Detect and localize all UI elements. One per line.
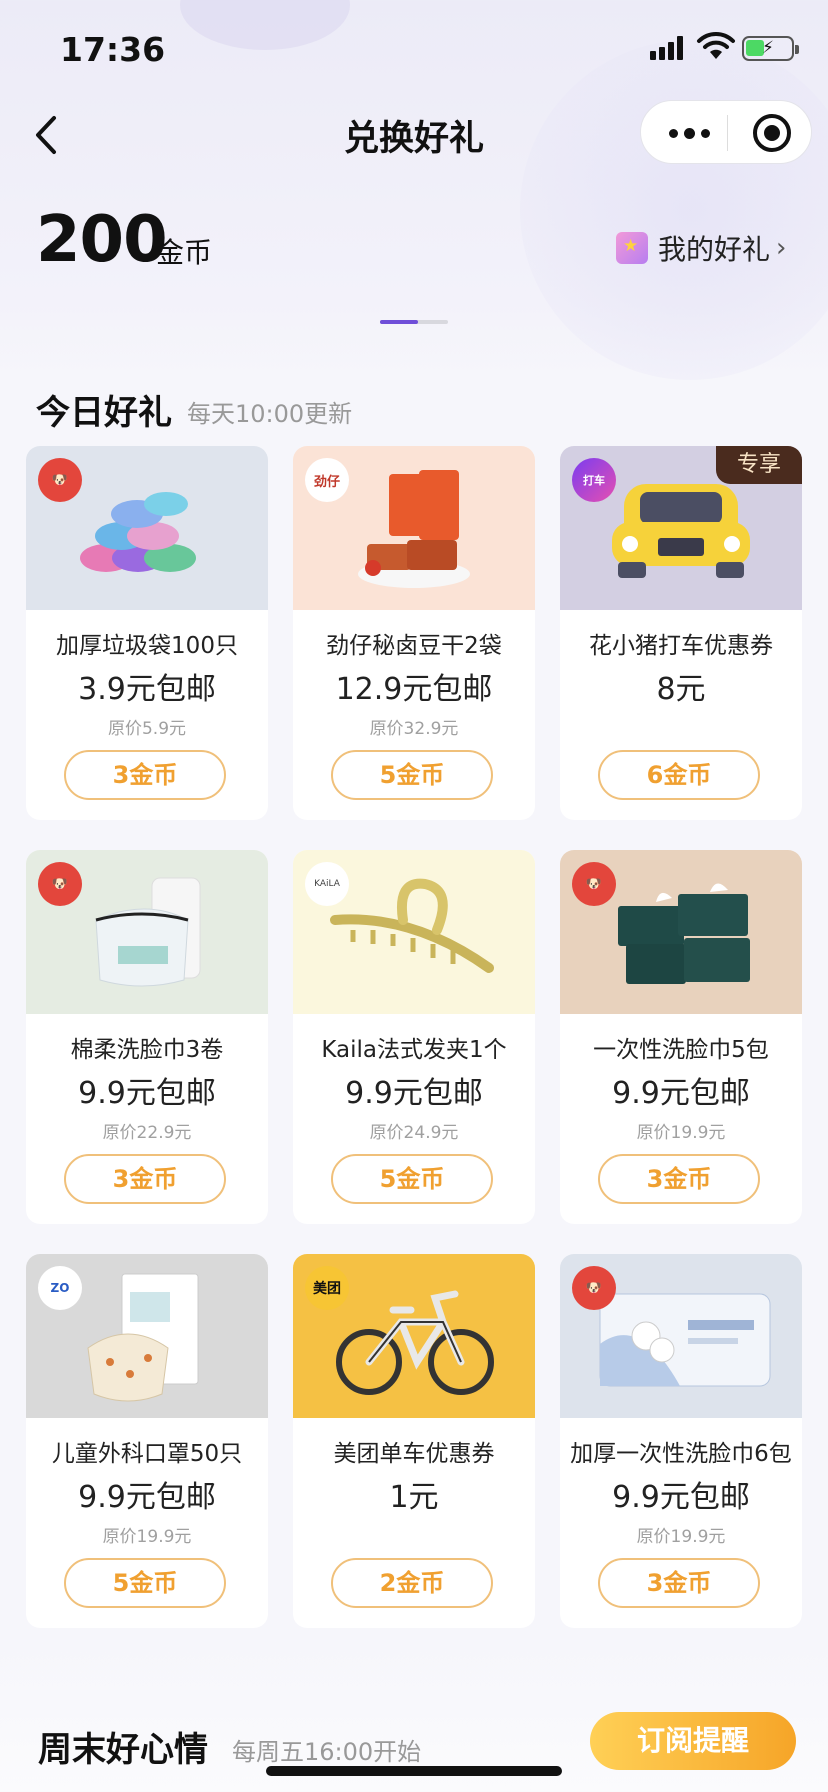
- my-gifts-label: 我的好礼: [658, 233, 771, 266]
- gift-name: 一次性洗脸巾5包: [593, 1037, 769, 1063]
- gift-price: 9.9元包邮: [345, 1076, 483, 1111]
- gift-price: 12.9元包邮: [335, 672, 493, 707]
- jinzai-logo: 劲仔: [305, 458, 349, 502]
- status-bar: 17:36 ⚡: [0, 0, 828, 100]
- gift-name: 劲仔秘卤豆干2袋: [326, 633, 502, 659]
- gift-original-price: 原价5.9元: [107, 719, 187, 739]
- coin-unit: 金币: [156, 236, 213, 269]
- gift-original-price: 原价19.9元: [636, 1527, 726, 1547]
- section-subtitle-today: 每天10:00更新: [187, 400, 353, 428]
- status-time: 17:36: [60, 30, 166, 69]
- redeem-button[interactable]: 2金币: [331, 1558, 493, 1608]
- gift-original-price: 原价32.9元: [369, 719, 459, 739]
- jd-logo-icon: 🐶: [572, 1266, 616, 1310]
- gift-original-price: 原价24.9元: [369, 1123, 459, 1143]
- redeem-button[interactable]: 3金币: [598, 1558, 760, 1608]
- mini-program-capsule: [640, 100, 812, 164]
- coin-balance: 200: [36, 203, 168, 277]
- redeem-button[interactable]: 3金币: [64, 750, 226, 800]
- subscribe-reminder-button[interactable]: 订阅提醒: [590, 1712, 796, 1770]
- zuodian-logo: ZO: [38, 1266, 82, 1310]
- gift-card[interactable]: KAiLA Kaila法式发夹1个 9.9元包邮 原价24.9元 5金币: [293, 850, 535, 1224]
- cellular-signal-icon: [650, 36, 690, 60]
- redeem-button[interactable]: 3金币: [598, 1154, 760, 1204]
- gift-card[interactable]: 打车 专享 花小猪打车优惠券 8元 6金币: [560, 446, 802, 820]
- gift-name: 加厚垃圾袋100只: [56, 633, 238, 659]
- redeem-button[interactable]: 5金币: [64, 1558, 226, 1608]
- jd-logo-icon: 🐶: [572, 862, 616, 906]
- exclusive-badge: 专享: [716, 446, 802, 484]
- gift-original-price: 原价22.9元: [102, 1123, 192, 1143]
- redeem-button[interactable]: 3金币: [64, 1154, 226, 1204]
- gift-name: 儿童外科口罩50只: [51, 1441, 243, 1467]
- gift-price: 9.9元包邮: [78, 1480, 216, 1515]
- gift-price: 1元: [389, 1480, 439, 1515]
- kaila-logo: KAiLA: [305, 862, 349, 906]
- gift-name: 棉柔洗脸巾3卷: [70, 1037, 224, 1063]
- redeem-button[interactable]: 5金币: [331, 750, 493, 800]
- page-indicator: [380, 320, 448, 324]
- gift-price: 9.9元包邮: [78, 1076, 216, 1111]
- section-subtitle-weekend: 每周五16:00开始: [232, 1738, 422, 1766]
- more-options-icon[interactable]: [669, 121, 713, 145]
- home-indicator[interactable]: [266, 1766, 562, 1776]
- gift-card[interactable]: 美团 美团单车优惠券 1元 2金币: [293, 1254, 535, 1628]
- gift-price: 9.9元包邮: [612, 1076, 750, 1111]
- chevron-right-icon: ›: [776, 233, 787, 263]
- gift-name: 加厚一次性洗脸巾6包: [570, 1441, 792, 1467]
- gift-card[interactable]: 🐶 加厚垃圾袋100只 3.9元包邮 原价5.9元 3金币: [26, 446, 268, 820]
- gift-price: 8元: [656, 672, 706, 707]
- gift-card[interactable]: 劲仔 劲仔秘卤豆干2袋 12.9元包邮 原价32.9元 5金币: [293, 446, 535, 820]
- gift-name: Kaila法式发夹1个: [321, 1037, 507, 1063]
- redeem-button[interactable]: 6金币: [598, 750, 760, 800]
- wifi-icon: [697, 31, 735, 59]
- gift-name: 花小猪打车优惠券: [589, 633, 773, 659]
- gift-card[interactable]: 🐶 一次性洗脸巾5包 9.9元包邮 原价19.9元 3金币: [560, 850, 802, 1224]
- gift-price: 9.9元包邮: [612, 1480, 750, 1515]
- gift-price: 3.9元包邮: [78, 672, 216, 707]
- close-miniprogram-icon[interactable]: [753, 114, 791, 152]
- gift-original-price: 原价19.9元: [636, 1123, 726, 1143]
- gift-original-price: 原价19.9元: [102, 1527, 192, 1547]
- jd-logo-icon: 🐶: [38, 458, 82, 502]
- section-title-weekend: 周末好心情: [38, 1730, 208, 1770]
- redeem-button[interactable]: 5金币: [331, 1154, 493, 1204]
- meituan-logo: 美团: [305, 1266, 349, 1310]
- gift-calendar-icon: [616, 232, 648, 264]
- battery-icon: ⚡: [742, 36, 799, 61]
- section-title-today: 今日好礼: [36, 393, 172, 433]
- gift-card[interactable]: ZO 儿童外科口罩50只 9.9元包邮 原价19.9元 5金币: [26, 1254, 268, 1628]
- gift-card[interactable]: 🐶 棉柔洗脸巾3卷 9.9元包邮 原价22.9元 3金币: [26, 850, 268, 1224]
- huaxiaozhu-logo: 打车: [572, 458, 616, 502]
- jd-logo-icon: 🐶: [38, 862, 82, 906]
- gift-name: 美团单车优惠券: [333, 1441, 495, 1467]
- my-gifts-link[interactable]: 我的好礼 ›: [616, 228, 786, 268]
- gift-card[interactable]: 🐶 加厚一次性洗脸巾6包 9.9元包邮 原价19.9元 3金币: [560, 1254, 802, 1628]
